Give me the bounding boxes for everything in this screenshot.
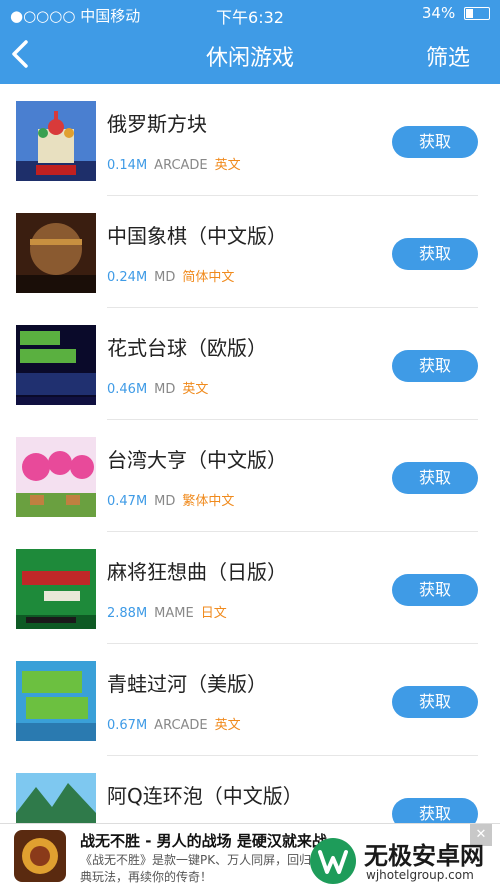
get-button[interactable]: 获取 xyxy=(392,350,478,382)
game-platform: ARCADE xyxy=(154,158,208,173)
game-size: 0.24M xyxy=(107,270,148,285)
get-button[interactable]: 获取 xyxy=(392,126,478,158)
mahjong-thumbnail xyxy=(16,549,96,629)
game-language: 英文 xyxy=(214,158,241,173)
watermark: 无极安卓网 wjhotelgroup.com xyxy=(310,834,490,886)
game-language: 繁体中文 xyxy=(182,494,235,509)
get-button[interactable]: 获取 xyxy=(392,238,478,270)
game-item[interactable]: 台湾大亨（中文版） 0.47M MD 繁体中文 获取 xyxy=(0,420,500,532)
watermark-url: wjhotelgroup.com xyxy=(366,868,474,882)
game-size: 2.88M xyxy=(107,606,148,621)
game-meta: 0.67M ARCADE 英文 xyxy=(107,714,241,733)
game-language: 日文 xyxy=(200,606,227,621)
tetris-thumbnail xyxy=(16,101,96,181)
battery-percent: 34% xyxy=(421,4,456,22)
game-size: 0.47M xyxy=(107,494,148,509)
game-meta: 0.24M MD 简体中文 xyxy=(107,266,234,285)
battery-icon xyxy=(464,7,490,20)
game-list: 俄罗斯方块 0.14M ARCADE 英文 获取 中国象棋（中文版） 0.24M MD… xyxy=(0,84,500,868)
game-platform: MAME xyxy=(154,606,194,621)
game-name: 台湾大亨（中文版） xyxy=(107,448,287,472)
game-item[interactable]: 花式台球（欧版） 0.46M MD 英文 获取 xyxy=(0,308,500,420)
game-name: 中国象棋（中文版） xyxy=(107,224,287,248)
game-item[interactable]: 俄罗斯方块 0.14M ARCADE 英文 获取 xyxy=(0,84,500,196)
game-size: 0.14M xyxy=(107,158,148,173)
game-name: 阿Q连环泡（中文版） xyxy=(107,784,303,808)
taiwan-tycoon-thumbnail xyxy=(16,437,96,517)
battery-fill xyxy=(466,9,473,18)
get-button[interactable]: 获取 xyxy=(392,686,478,718)
status-bar: ●○○○○ 中国移动 下午6:32 34% xyxy=(0,0,500,28)
battery-indicator: 34% xyxy=(422,4,490,22)
game-size: 0.46M xyxy=(107,382,148,397)
game-language: 简体中文 xyxy=(182,270,235,285)
game-name: 青蛙过河（美版） xyxy=(107,672,267,696)
top-bar: ●○○○○ 中国移动 下午6:32 34% 休闲游戏 筛选 xyxy=(0,0,500,84)
game-name: 俄罗斯方块 xyxy=(107,112,207,136)
game-meta: 0.14M ARCADE 英文 xyxy=(107,154,241,173)
get-button[interactable]: 获取 xyxy=(392,462,478,494)
game-platform: MD xyxy=(154,382,176,397)
game-meta: 0.47M MD 繁体中文 xyxy=(107,490,234,509)
ad-banner[interactable]: 战无不胜 - 男人的战场 是硬汉就来战 《战无不胜》是款一键PK、万人同屏，回归… xyxy=(0,823,500,891)
game-item[interactable]: 中国象棋（中文版） 0.24M MD 简体中文 获取 xyxy=(0,196,500,308)
side-pocket-thumbnail xyxy=(16,325,96,405)
watermark-logo-icon xyxy=(310,838,356,884)
ad-app-icon xyxy=(14,830,66,882)
frog-feast-thumbnail xyxy=(16,661,96,741)
watermark-text: 无极安卓网 xyxy=(364,842,484,870)
get-button[interactable]: 获取 xyxy=(392,574,478,606)
game-item[interactable]: 青蛙过河（美版） 0.67M ARCADE 英文 获取 xyxy=(0,644,500,756)
game-meta: 2.88M MAME 日文 xyxy=(107,602,227,621)
game-language: 英文 xyxy=(182,382,209,397)
filter-button[interactable]: 筛选 xyxy=(426,40,470,72)
game-item[interactable]: 麻将狂想曲（日版） 2.88M MAME 日文 获取 xyxy=(0,532,500,644)
game-meta: 0.46M MD 英文 xyxy=(107,378,208,397)
game-size: 0.67M xyxy=(107,718,148,733)
game-platform: MD xyxy=(154,270,176,285)
chinese-chess-thumbnail xyxy=(16,213,96,293)
game-platform: MD xyxy=(154,494,176,509)
ad-description: 《战无不胜》是款一键PK、万人同屏，回归经典玩法，再续你的传奇！ xyxy=(80,853,324,884)
game-name: 花式台球（欧版） xyxy=(107,336,267,360)
game-language: 英文 xyxy=(214,718,241,733)
game-platform: ARCADE xyxy=(154,718,208,733)
game-name: 麻将狂想曲（日版） xyxy=(107,560,287,584)
